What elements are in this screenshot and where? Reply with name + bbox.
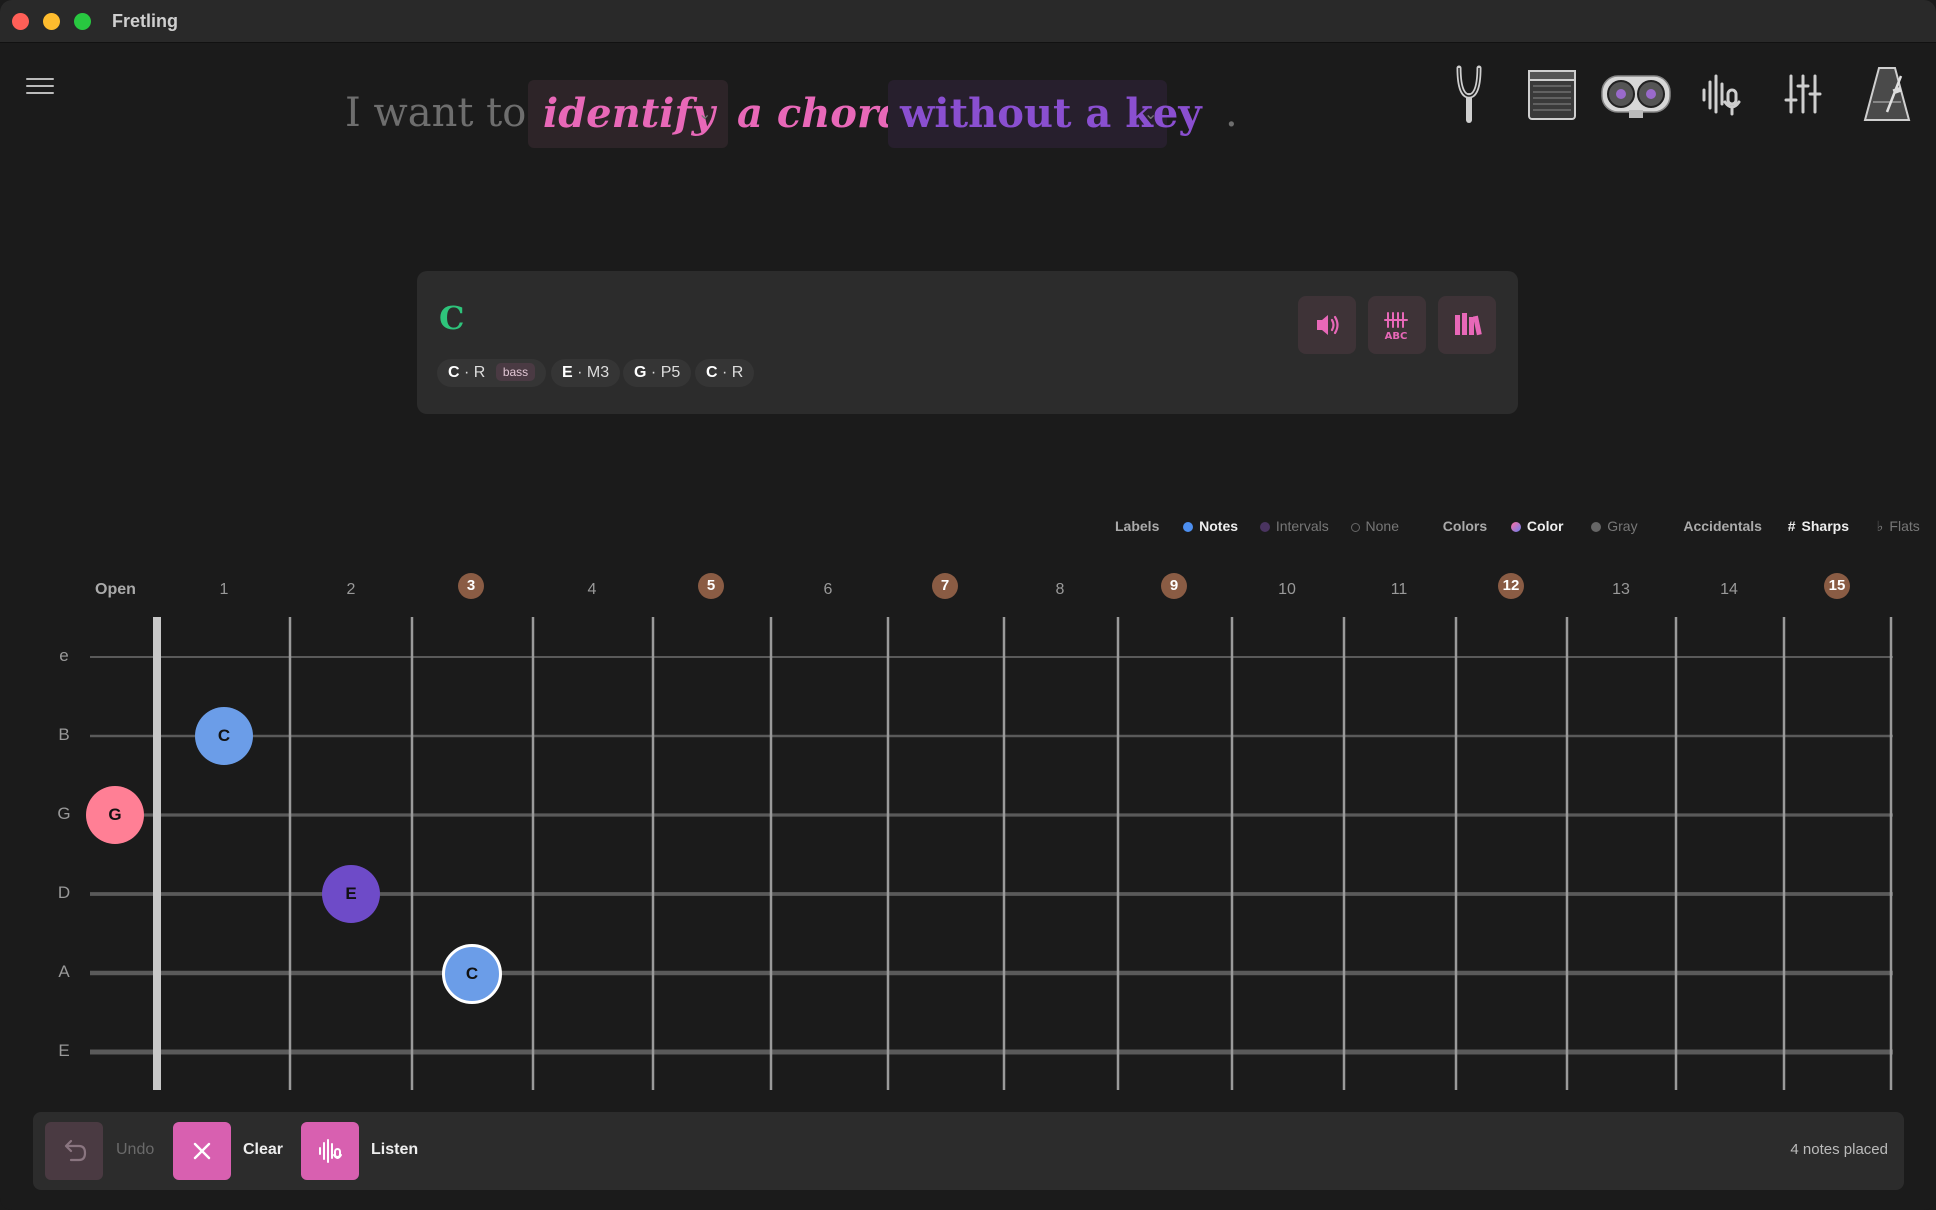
note-marker[interactable]: E (322, 865, 380, 923)
clear-label: Clear (243, 1141, 284, 1158)
bass-note-marker[interactable]: C (442, 944, 502, 1004)
string-label-D: D (57, 883, 71, 902)
note-marker[interactable]: C (195, 707, 253, 765)
undo-button[interactable] (45, 1122, 103, 1180)
note-marker[interactable]: G (86, 786, 144, 844)
string-label-G: G (57, 804, 71, 823)
string-label-A: A (58, 962, 70, 981)
string-label-B: B (58, 725, 70, 744)
undo-label: Undo (116, 1141, 155, 1158)
voice-input-icon (319, 1139, 342, 1163)
string-label-E: E (58, 1041, 70, 1060)
app-window: Fretling I want to identify ⌄ a chord wi… (0, 0, 1936, 1210)
listen-label: Listen (371, 1141, 419, 1158)
fretboard[interactable] (0, 0, 1936, 1210)
string-label-e: e (59, 646, 69, 665)
bottom-action-bar: Undo Clear Listen 4 notes placed (33, 1112, 1904, 1190)
clear-button[interactable] (173, 1122, 231, 1180)
undo-icon (64, 1139, 87, 1162)
close-icon (193, 1142, 211, 1160)
notes-placed-status: 4 notes placed (1790, 1141, 1888, 1158)
listen-button[interactable] (301, 1122, 359, 1180)
